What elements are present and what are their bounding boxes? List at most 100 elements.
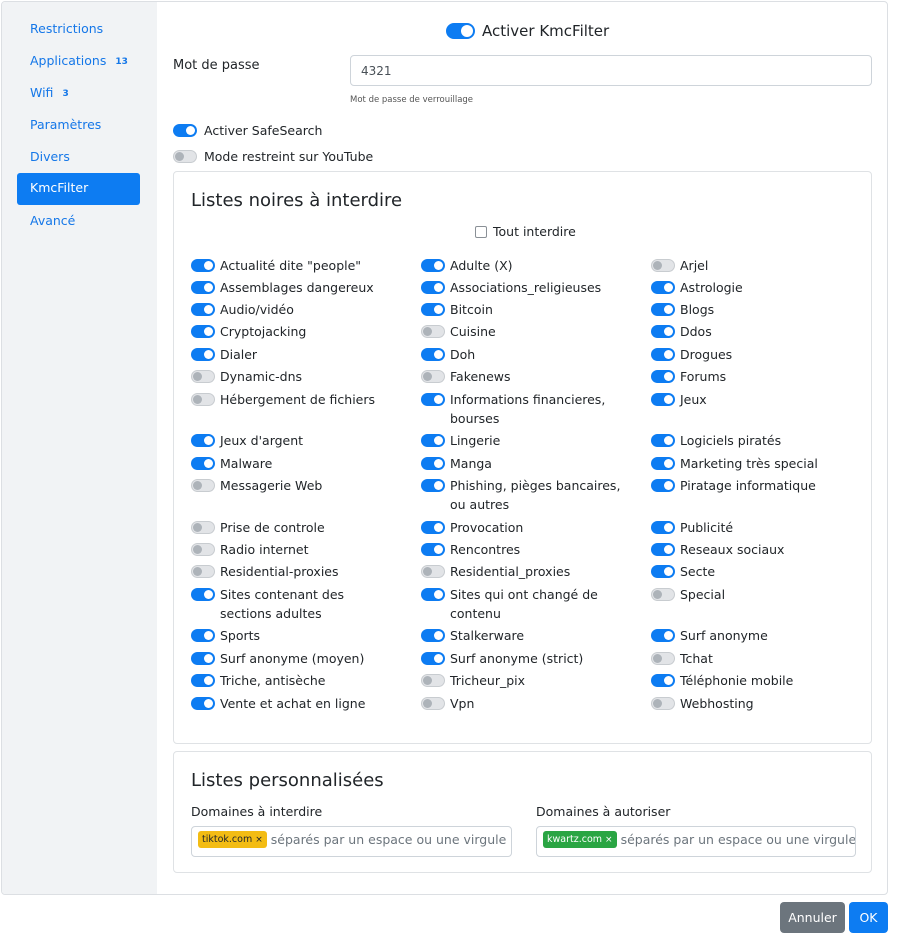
enable-kmcfilter-row[interactable]: Activer KmcFilter: [446, 21, 609, 40]
blacklist-toggle[interactable]: [651, 674, 675, 687]
blacklist-toggle[interactable]: [421, 674, 445, 687]
blacklist-label: Drogues: [680, 347, 733, 362]
blacklist-label: Tricheur_pix: [450, 673, 526, 688]
blacklist-toggle[interactable]: [191, 629, 215, 642]
blacklist-toggle[interactable]: [651, 259, 675, 272]
tag-remove-icon[interactable]: ×: [605, 835, 613, 845]
blacklist-toggle[interactable]: [191, 521, 215, 534]
blacklist-toggle[interactable]: [421, 393, 445, 406]
blacklist-label: Marketing très special: [680, 456, 818, 471]
youtube-restricted-toggle[interactable]: [173, 150, 197, 163]
password-help-text: Mot de passe de verrouillage: [350, 95, 474, 105]
tag-remove-icon[interactable]: ×: [255, 835, 263, 845]
blacklist-toggle[interactable]: [651, 697, 675, 710]
blacklist-toggle[interactable]: [651, 521, 675, 534]
sidebar-item-parametres[interactable]: Paramètres: [17, 110, 140, 142]
blacklist-toggle[interactable]: [191, 370, 215, 383]
blacklist-toggle[interactable]: [651, 479, 675, 492]
blacklist-label: Sports: [220, 628, 261, 643]
cancel-button[interactable]: Annuler: [780, 902, 845, 933]
blacklist-toggle[interactable]: [191, 543, 215, 556]
blacklist-toggle[interactable]: [651, 629, 675, 642]
blacklist-toggle[interactable]: [421, 521, 445, 534]
blacklist-label: Prise de controle: [220, 520, 325, 535]
blacklist-label: Publicité: [680, 520, 734, 535]
blacklist-toggle[interactable]: [191, 259, 215, 272]
safesearch-label: Activer SafeSearch: [204, 123, 323, 138]
blacklist-toggle[interactable]: [651, 393, 675, 406]
sidebar-item-avance[interactable]: Avancé: [17, 206, 140, 238]
deny-domains-placeholder: séparés par un espace ou une virgule: [270, 832, 507, 847]
blacklist-toggle[interactable]: [191, 652, 215, 665]
safesearch-toggle[interactable]: [173, 124, 197, 137]
blacklist-toggle[interactable]: [421, 479, 445, 492]
blacklist-toggle[interactable]: [191, 281, 215, 294]
blacklist-toggle[interactable]: [421, 303, 445, 316]
blacklist-toggle[interactable]: [421, 543, 445, 556]
blacklist-toggle[interactable]: [191, 674, 215, 687]
blacklist-toggle[interactable]: [651, 543, 675, 556]
blacklist-toggle[interactable]: [421, 697, 445, 710]
youtube-restricted-row[interactable]: Mode restreint sur YouTube: [173, 148, 373, 164]
blacklist-toggle[interactable]: [421, 434, 445, 447]
blacklist-toggle[interactable]: [191, 348, 215, 361]
blacklist-label: Bitcoin: [450, 302, 493, 317]
blacklist-toggle[interactable]: [651, 348, 675, 361]
blacklist-toggle[interactable]: [191, 325, 215, 338]
enable-kmcfilter-toggle[interactable]: [446, 22, 475, 39]
blacklist-toggle[interactable]: [191, 588, 215, 601]
blacklist-toggle[interactable]: [651, 565, 675, 578]
block-all-checkbox[interactable]: [475, 225, 487, 238]
blacklist-label: Reseaux sociaux: [680, 542, 785, 557]
safesearch-row[interactable]: Activer SafeSearch: [173, 122, 322, 138]
password-input[interactable]: [350, 55, 872, 86]
blacklist-toggle[interactable]: [191, 303, 215, 316]
ok-button[interactable]: OK: [849, 902, 888, 933]
blacklist-label: Residential_proxies: [450, 564, 571, 579]
sidebar-item-applications[interactable]: Applications 13: [17, 46, 140, 78]
blacklist-label: Provocation: [450, 520, 524, 535]
blacklist-toggle[interactable]: [191, 697, 215, 710]
blacklist-toggle[interactable]: [651, 370, 675, 383]
blacklist-toggle[interactable]: [651, 434, 675, 447]
blacklist-toggle[interactable]: [651, 588, 675, 601]
blacklist-toggle[interactable]: [191, 434, 215, 447]
sidebar-item-kmcfilter[interactable]: KmcFilter: [17, 173, 140, 205]
blacklist-toggle[interactable]: [421, 652, 445, 665]
sidebar-item-divers[interactable]: Divers: [17, 142, 140, 174]
blacklist-label: Jeux d'argent: [220, 433, 304, 448]
deny-domains-label: Domaines à interdire: [191, 804, 323, 819]
blacklist-toggle[interactable]: [651, 457, 675, 470]
blacklist-toggle[interactable]: [421, 325, 445, 338]
blacklist-label: Triche, antisèche: [220, 673, 326, 688]
allow-domains-input[interactable]: kwartz.com × séparés par un espace ou une …: [536, 826, 856, 857]
blacklist-toggle[interactable]: [651, 325, 675, 338]
sidebar-item-wifi[interactable]: Wifi 3: [17, 78, 140, 110]
blacklist-toggle[interactable]: [191, 479, 215, 492]
blacklist-toggle[interactable]: [421, 588, 445, 601]
blacklist-label: Phishing, pièges bancaires, ou autres: [450, 478, 621, 512]
blacklist-label: Residential-proxies: [220, 564, 339, 579]
blacklist-toggle[interactable]: [191, 565, 215, 578]
blacklist-toggle[interactable]: [421, 565, 445, 578]
sidebar-item-label: Applications: [30, 53, 107, 68]
deny-domains-input[interactable]: tiktok.com × séparés par un espace ou une …: [191, 826, 512, 857]
blacklist-toggle[interactable]: [421, 281, 445, 294]
blacklist-toggle[interactable]: [651, 281, 675, 294]
domain-tag: tiktok.com ×: [198, 831, 267, 848]
blacklist-toggle[interactable]: [651, 303, 675, 316]
blacklist-toggle[interactable]: [651, 652, 675, 665]
sidebar-item-restrictions[interactable]: Restrictions: [17, 14, 140, 46]
blacklist-toggle[interactable]: [191, 457, 215, 470]
block-all-row[interactable]: Tout interdire: [475, 223, 576, 239]
blacklist-toggle[interactable]: [421, 348, 445, 361]
blacklist-toggle[interactable]: [421, 457, 445, 470]
blacklist-toggle[interactable]: [421, 629, 445, 642]
blacklist-label: Special: [680, 587, 726, 602]
blacklists-card: Listes noires à interdire Tout interdire…: [173, 171, 872, 744]
blacklist-toggle[interactable]: [421, 259, 445, 272]
blacklist-toggle[interactable]: [191, 393, 215, 406]
blacklist-toggle[interactable]: [421, 370, 445, 383]
blacklist-label: Informations financieres, bourses: [450, 392, 606, 426]
blacklist-label: Astrologie: [680, 280, 743, 295]
